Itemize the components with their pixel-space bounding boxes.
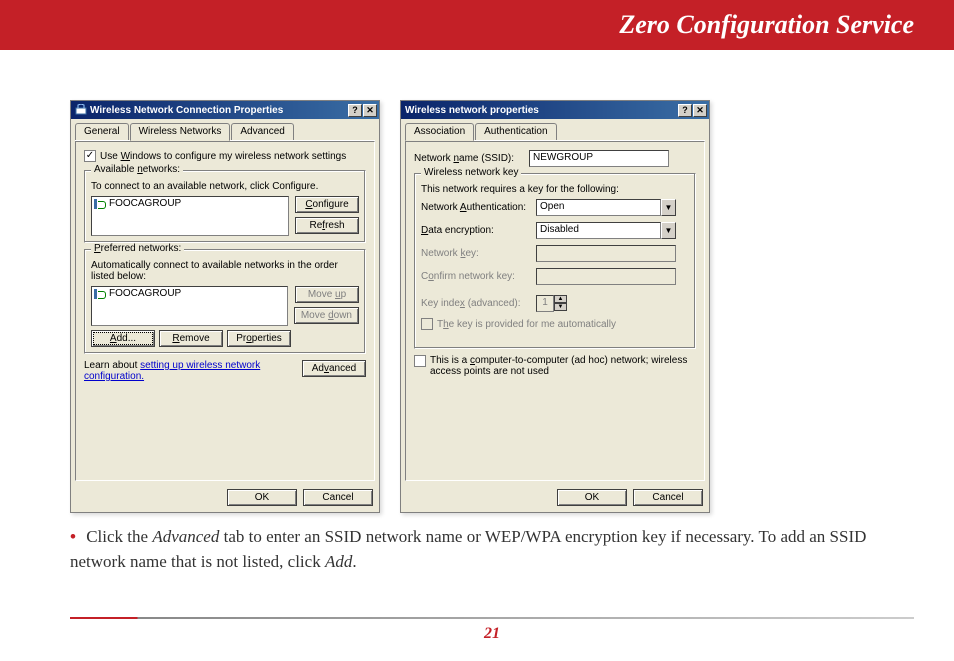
learn-prefix: Learn about bbox=[84, 360, 140, 371]
auto-key-label: The key is provided for me automatically bbox=[437, 319, 616, 330]
window-icon bbox=[75, 104, 87, 116]
move-up-button[interactable]: Move up bbox=[295, 286, 359, 303]
header-bar: Zero Configuration Service bbox=[0, 0, 954, 50]
network-icon bbox=[94, 199, 106, 209]
preferred-listbox[interactable]: FOOCAGROUP bbox=[91, 286, 288, 326]
preferred-networks-group: Preferred networks: Automatically connec… bbox=[84, 249, 366, 354]
available-listbox[interactable]: FOOCAGROUP bbox=[91, 196, 289, 236]
encryption-dropdown[interactable]: Disabled ▼ bbox=[536, 222, 676, 239]
instruction-t3: . bbox=[352, 552, 356, 571]
ssid-label: Network name (SSID): bbox=[414, 153, 529, 164]
list-item[interactable]: FOOCAGROUP bbox=[92, 197, 288, 210]
tab-panel: ✓ Use Windows to configure my wireless n… bbox=[75, 141, 375, 481]
instruction-text: • Click the Advanced tab to enter an SSI… bbox=[0, 513, 954, 574]
key-hint: This network requires a key for the foll… bbox=[421, 184, 689, 195]
confirm-key-input bbox=[536, 268, 676, 285]
preferred-hint: Automatically connect to available netwo… bbox=[91, 260, 359, 282]
titlebar: Wireless network properties ? ✕ bbox=[401, 101, 709, 119]
remove-button[interactable]: Remove bbox=[159, 330, 223, 347]
titlebar: Wireless Network Connection Properties ?… bbox=[71, 101, 379, 119]
encryption-label: Data encryption: bbox=[421, 225, 536, 236]
available-legend: Available networks: bbox=[91, 164, 183, 175]
tab-association[interactable]: Association bbox=[405, 123, 474, 141]
add-button[interactable]: Add... bbox=[91, 330, 155, 347]
key-legend: Wireless network key bbox=[421, 167, 521, 178]
key-index-value: 1 bbox=[536, 295, 554, 312]
advanced-word: Advanced bbox=[152, 527, 219, 546]
preferred-legend: Preferred networks: bbox=[91, 243, 184, 254]
titlebar-text: Wireless network properties bbox=[405, 105, 678, 116]
header-title: Zero Configuration Service bbox=[619, 10, 914, 40]
available-networks-group: Available networks: To connect to an ava… bbox=[84, 170, 366, 243]
wireless-key-group: Wireless network key This network requir… bbox=[414, 173, 696, 349]
preferred-item-label: FOOCAGROUP bbox=[109, 288, 181, 299]
key-index-label: Key index (advanced): bbox=[421, 298, 536, 309]
ok-button[interactable]: OK bbox=[227, 489, 297, 506]
instruction-t1: Click the bbox=[86, 527, 152, 546]
adhoc-checkbox[interactable] bbox=[414, 355, 426, 367]
cancel-button[interactable]: Cancel bbox=[633, 489, 703, 506]
help-button[interactable]: ? bbox=[348, 104, 362, 117]
refresh-button[interactable]: Refresh bbox=[295, 217, 359, 234]
wireless-connection-properties-dialog: Wireless Network Connection Properties ?… bbox=[70, 100, 380, 513]
add-word: Add bbox=[325, 552, 352, 571]
tab-authentication[interactable]: Authentication bbox=[475, 123, 556, 140]
spin-down-icon: ▼ bbox=[554, 303, 567, 311]
properties-button[interactable]: Properties bbox=[227, 330, 291, 347]
chevron-down-icon[interactable]: ▼ bbox=[661, 222, 676, 239]
titlebar-text: Wireless Network Connection Properties bbox=[90, 105, 348, 116]
dialog-footer: OK Cancel bbox=[71, 485, 379, 512]
dialog-body: General Wireless Networks Advanced ✓ Use… bbox=[71, 119, 379, 485]
close-button[interactable]: ✕ bbox=[693, 104, 707, 117]
dialog-body: Association Authentication Network name … bbox=[401, 119, 709, 485]
adhoc-label: This is a computer-to-computer (ad hoc) … bbox=[430, 355, 696, 377]
auth-value: Open bbox=[536, 199, 661, 216]
tab-advanced[interactable]: Advanced bbox=[231, 123, 293, 140]
screenshots-row: Wireless Network Connection Properties ?… bbox=[0, 50, 954, 513]
confirm-key-label: Confirm network key: bbox=[421, 271, 536, 282]
spin-up-icon: ▲ bbox=[554, 295, 567, 303]
cancel-button[interactable]: Cancel bbox=[303, 489, 373, 506]
tabstrip: General Wireless Networks Advanced bbox=[75, 123, 375, 141]
advanced-button[interactable]: Advanced bbox=[302, 360, 366, 377]
auth-dropdown[interactable]: Open ▼ bbox=[536, 199, 676, 216]
move-down-button[interactable]: Move down bbox=[294, 307, 359, 324]
footer-divider bbox=[70, 617, 914, 619]
network-icon bbox=[94, 289, 106, 299]
chevron-down-icon[interactable]: ▼ bbox=[661, 199, 676, 216]
wireless-network-properties-dialog: Wireless network properties ? ✕ Associat… bbox=[400, 100, 710, 513]
auth-label: Network Authentication: bbox=[421, 202, 536, 213]
list-item[interactable]: FOOCAGROUP bbox=[92, 287, 287, 300]
available-hint: To connect to an available network, clic… bbox=[91, 181, 359, 192]
learn-text: Learn about setting up wireless network … bbox=[84, 360, 296, 382]
use-windows-checkbox-row: ✓ Use Windows to configure my wireless n… bbox=[84, 150, 366, 162]
tab-panel: Network name (SSID): NEWGROUP Wireless n… bbox=[405, 141, 705, 481]
available-item-label: FOOCAGROUP bbox=[109, 198, 181, 209]
encryption-value: Disabled bbox=[536, 222, 661, 239]
network-key-input bbox=[536, 245, 676, 262]
auto-key-checkbox bbox=[421, 318, 433, 330]
network-key-label: Network key: bbox=[421, 248, 536, 259]
close-button[interactable]: ✕ bbox=[363, 104, 377, 117]
ok-button[interactable]: OK bbox=[557, 489, 627, 506]
page-footer: 21 bbox=[70, 617, 914, 643]
help-button[interactable]: ? bbox=[678, 104, 692, 117]
configure-button[interactable]: Configure bbox=[295, 196, 359, 213]
tabstrip: Association Authentication bbox=[405, 123, 705, 141]
tab-wireless-networks[interactable]: Wireless Networks bbox=[130, 123, 231, 141]
page-number: 21 bbox=[70, 625, 914, 643]
bullet-icon: • bbox=[70, 527, 76, 546]
ssid-input[interactable]: NEWGROUP bbox=[529, 150, 669, 167]
key-index-spinner: 1 ▲ ▼ bbox=[536, 295, 568, 312]
use-windows-checkbox[interactable]: ✓ bbox=[84, 150, 96, 162]
use-windows-label: Use Windows to configure my wireless net… bbox=[100, 151, 346, 162]
tab-general[interactable]: General bbox=[75, 123, 129, 140]
dialog-footer: OK Cancel bbox=[401, 485, 709, 512]
